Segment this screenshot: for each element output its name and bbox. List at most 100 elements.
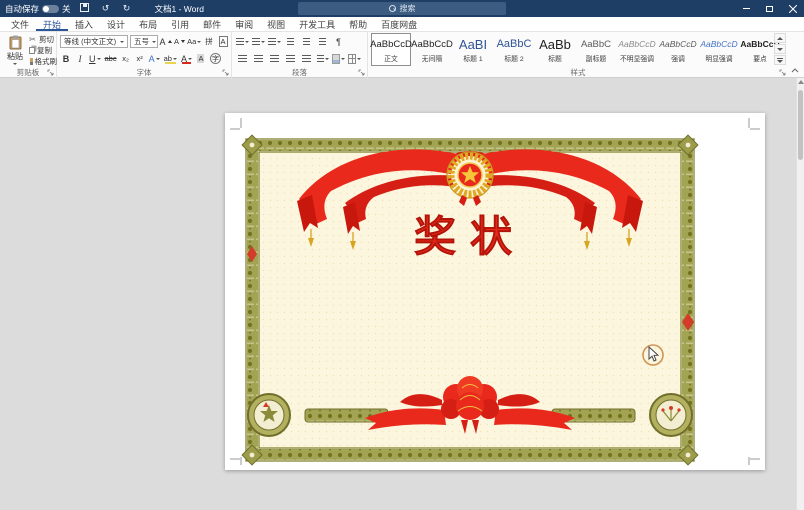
scroll-down-icon — [777, 47, 783, 51]
scrollbar-up-button[interactable] — [797, 80, 804, 84]
underline-button[interactable]: U — [88, 52, 102, 65]
paste-button[interactable]: 粘贴 — [2, 33, 28, 67]
highlight-color-button[interactable]: ab — [163, 52, 178, 65]
align-center-button[interactable] — [252, 52, 265, 65]
scrollbar-thumb[interactable] — [798, 90, 803, 160]
font-dialog-launcher[interactable] — [222, 69, 229, 76]
tab-view[interactable]: 视图 — [260, 17, 292, 31]
enclose-characters-button[interactable]: 字 — [209, 52, 222, 65]
document-canvas[interactable]: 奖状 — [0, 78, 804, 510]
document-page[interactable]: 奖状 — [225, 113, 765, 470]
tab-layout[interactable]: 布局 — [132, 17, 164, 31]
italic-button[interactable]: I — [74, 52, 86, 65]
undo-button[interactable]: ↺ — [99, 3, 113, 14]
award-title-text[interactable]: 奖状 — [414, 214, 526, 262]
minimize-button[interactable] — [735, 0, 758, 17]
style-item-heading1[interactable]: AaBI 标题 1 — [453, 33, 493, 66]
tab-baidu-netdisk[interactable]: 百度网盘 — [374, 17, 424, 31]
shrink-indicator-icon — [181, 40, 186, 43]
tab-insert[interactable]: 插入 — [68, 17, 100, 31]
style-item-title[interactable]: AaBb 标题 — [535, 33, 575, 66]
multilevel-list-button[interactable] — [268, 35, 281, 48]
dropdown-caret — [197, 40, 202, 43]
document-title: 文档1 - Word — [154, 3, 204, 14]
bullets-button[interactable] — [236, 35, 249, 48]
close-button[interactable] — [781, 0, 804, 17]
numbering-button[interactable] — [252, 35, 265, 48]
tab-mailings[interactable]: 邮件 — [196, 17, 228, 31]
gallery-scroll-up-button[interactable] — [774, 33, 786, 43]
font-color-button[interactable]: A — [180, 52, 193, 65]
increase-indent-button[interactable] — [300, 35, 313, 48]
maximize-icon — [766, 5, 773, 12]
align-right-button[interactable] — [268, 52, 281, 65]
arrow-cursor-icon — [648, 345, 660, 362]
save-button[interactable] — [78, 3, 92, 14]
dropdown-caret — [277, 40, 281, 43]
strikethrough-button[interactable]: abc — [104, 52, 118, 65]
search-icon — [388, 5, 396, 12]
styles-dialog-launcher[interactable] — [779, 69, 786, 76]
style-item-normal[interactable]: AaBbCcD 正文 — [370, 33, 412, 66]
shading-button[interactable] — [332, 52, 345, 65]
dropdown-caret — [155, 57, 160, 60]
bold-button[interactable]: B — [60, 52, 72, 65]
chevron-up-icon — [791, 67, 799, 72]
show-marks-button[interactable]: ¶ — [332, 35, 345, 48]
award-certificate-graphic: 奖状 — [230, 118, 760, 466]
tab-home[interactable]: 开始 — [36, 17, 69, 31]
cut-button[interactable]: ✂ 剪切 — [28, 34, 57, 45]
borders-button[interactable] — [348, 52, 361, 65]
collapse-ribbon-button[interactable] — [789, 65, 801, 75]
style-item-no-spacing[interactable]: AaBbCcD 无间隔 — [411, 33, 453, 66]
redo-button[interactable]: ↻ — [120, 3, 134, 14]
left-medallion — [247, 393, 291, 437]
character-shading-button[interactable]: A — [195, 52, 207, 65]
shrink-font-button[interactable]: A — [174, 35, 186, 48]
style-item-heading2[interactable]: AaBbC 标题 2 — [494, 33, 534, 66]
tab-references[interactable]: 引用 — [164, 17, 196, 31]
text-effects-button[interactable]: A — [148, 52, 161, 65]
align-left-button[interactable] — [236, 52, 249, 65]
tab-developer[interactable]: 开发工具 — [292, 17, 342, 31]
sort-button[interactable] — [316, 35, 329, 48]
styles-gallery-controls — [774, 33, 786, 65]
distribute-button[interactable] — [300, 52, 313, 65]
character-border-button[interactable]: A — [217, 35, 229, 48]
clipboard-dialog-launcher[interactable] — [47, 69, 54, 76]
right-medallion — [649, 393, 693, 437]
style-item-subtle-emphasis[interactable]: AaBbCcD 不明显强调 — [617, 33, 657, 66]
vertical-scrollbar[interactable] — [796, 78, 804, 510]
gallery-more-button[interactable] — [774, 55, 786, 65]
font-size-select[interactable]: 五号 — [130, 35, 158, 48]
dropdown-caret — [261, 40, 265, 43]
decrease-indent-button[interactable] — [284, 35, 297, 48]
grow-font-button[interactable]: A — [160, 35, 172, 48]
justify-button[interactable] — [284, 52, 297, 65]
style-item-emphasis[interactable]: AaBbCcD 强调 — [658, 33, 698, 66]
mouse-cursor — [638, 340, 666, 368]
change-case-button[interactable]: Aa — [187, 35, 202, 48]
copy-button[interactable]: 复制 — [28, 45, 57, 56]
style-item-intense-emphasis[interactable]: AaBbCcD 明显强调 — [699, 33, 739, 66]
line-spacing-button[interactable] — [316, 52, 329, 65]
close-icon — [788, 4, 797, 13]
tab-review[interactable]: 审阅 — [228, 17, 260, 31]
gallery-scroll-down-button[interactable] — [774, 44, 786, 54]
numbering-icon — [252, 37, 260, 46]
paragraph-group-label: 段落 — [292, 68, 307, 77]
format-painter-button[interactable]: 格式刷 — [28, 56, 57, 67]
maximize-button[interactable] — [758, 0, 781, 17]
autosave-toggle[interactable]: 自动保存 关 — [5, 3, 71, 15]
phonetic-guide-button[interactable]: 拼 — [203, 35, 215, 48]
subscript-button[interactable]: x₂ — [120, 52, 132, 65]
tab-design[interactable]: 设计 — [100, 17, 132, 31]
style-item-subtitle[interactable]: AaBbC 副标题 — [576, 33, 616, 66]
paragraph-dialog-launcher[interactable] — [358, 69, 365, 76]
tab-file[interactable]: 文件 — [4, 17, 36, 31]
font-family-select[interactable]: 等线 (中文正文) — [60, 35, 129, 48]
word-application-window: 自动保存 关 ↺ ↻ 文档1 - Word 搜索 文件 开始 插入 设计 布局 … — [0, 0, 804, 510]
superscript-button[interactable]: x² — [134, 52, 146, 65]
search-input[interactable]: 搜索 — [298, 2, 506, 15]
tab-help[interactable]: 帮助 — [342, 17, 374, 31]
